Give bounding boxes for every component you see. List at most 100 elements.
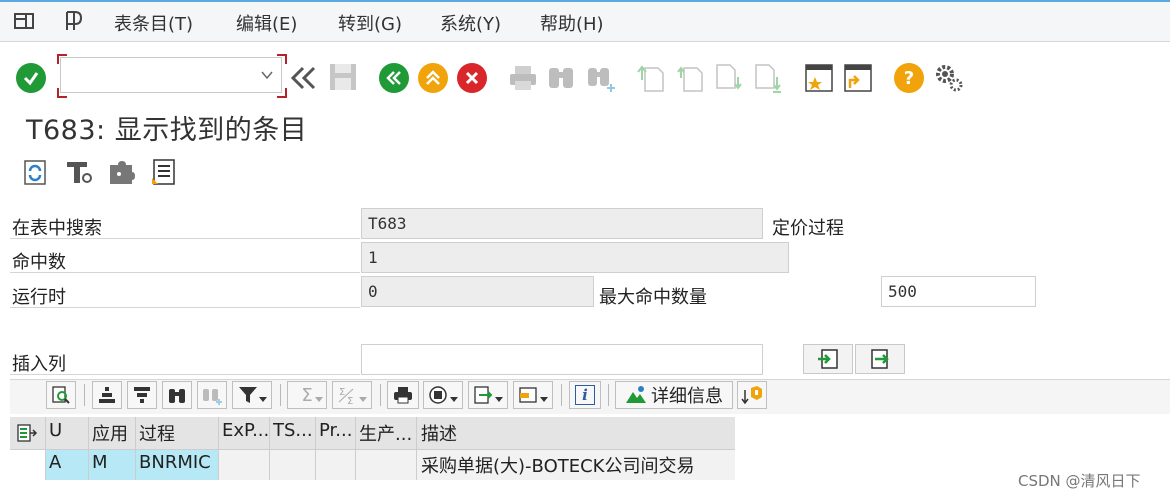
previous-page-icon[interactable] bbox=[675, 62, 705, 94]
cell-procedure: BNRMIC bbox=[139, 452, 211, 473]
tools-icon[interactable] bbox=[64, 158, 92, 186]
column-header-u[interactable]: U bbox=[49, 420, 85, 441]
alv-find-next-button[interactable] bbox=[197, 381, 227, 409]
list-output-icon[interactable] bbox=[150, 158, 178, 186]
info-icon: i bbox=[575, 385, 595, 405]
runtime-field: 0 bbox=[361, 276, 594, 307]
menu-goto[interactable]: 转到(G) bbox=[338, 10, 402, 36]
hit-count-label: 命中数 bbox=[12, 252, 66, 273]
column-header-production[interactable]: 生产... bbox=[359, 420, 415, 446]
sort-select-icon bbox=[741, 386, 762, 405]
column-header-application[interactable]: 应用 bbox=[92, 420, 134, 446]
puzzle-icon[interactable] bbox=[107, 158, 135, 186]
details-select-button[interactable] bbox=[46, 381, 76, 409]
more-menu-icon[interactable] bbox=[64, 10, 88, 32]
chevron-down-icon bbox=[315, 397, 323, 402]
print-icon[interactable] bbox=[507, 63, 539, 93]
mountain-image-icon bbox=[626, 386, 646, 403]
export-button[interactable] bbox=[468, 381, 508, 409]
menu-help[interactable]: 帮助(H) bbox=[540, 10, 604, 36]
enter-icon[interactable] bbox=[16, 63, 46, 93]
magnifier-list-icon bbox=[52, 386, 70, 404]
help-icon[interactable]: ? bbox=[894, 63, 924, 93]
filter-icon bbox=[239, 387, 267, 403]
separator bbox=[380, 384, 381, 406]
alv-find-button[interactable] bbox=[162, 381, 192, 409]
find-next-icon[interactable] bbox=[586, 62, 618, 94]
svg-text:Σ: Σ bbox=[347, 396, 353, 405]
focus-corner bbox=[57, 54, 67, 64]
page-append-icon bbox=[871, 349, 889, 369]
help-glyph: ? bbox=[903, 67, 915, 89]
create-session-icon[interactable] bbox=[803, 62, 835, 94]
sort-descending-button[interactable] bbox=[127, 381, 157, 409]
column-header-ts[interactable]: TS... bbox=[273, 420, 314, 441]
subtotal-icon: ΣΣ bbox=[338, 387, 367, 405]
back-icon[interactable] bbox=[379, 63, 409, 93]
menu-edit[interactable]: 编辑(E) bbox=[236, 10, 297, 36]
column-header-description[interactable]: 描述 bbox=[421, 420, 731, 446]
exit-icon[interactable] bbox=[418, 63, 448, 93]
sort-ascending-button[interactable] bbox=[92, 381, 122, 409]
watermark: CSDN @清风日下 bbox=[1018, 472, 1141, 490]
command-field[interactable] bbox=[60, 57, 282, 93]
back-double-arrow-icon[interactable] bbox=[290, 64, 318, 92]
chevron-down-icon[interactable] bbox=[261, 70, 273, 80]
layout-icon bbox=[519, 387, 548, 403]
page-insert-icon bbox=[818, 349, 838, 369]
find-icon bbox=[169, 389, 185, 403]
sort-select-button[interactable] bbox=[737, 381, 767, 409]
cell-description: 采购单据(大)-BOTECK公司间交易 bbox=[421, 456, 695, 477]
separator bbox=[84, 384, 85, 406]
column-header-exp[interactable]: ExP... bbox=[222, 420, 268, 441]
next-page-icon[interactable] bbox=[714, 62, 744, 94]
customize-layout-icon[interactable] bbox=[932, 61, 964, 93]
search-table-field: T683 bbox=[361, 208, 763, 239]
cancel-icon[interactable] bbox=[457, 63, 487, 93]
details-button[interactable]: 详细信息 bbox=[615, 381, 733, 409]
menu-icon[interactable] bbox=[14, 11, 36, 31]
separator bbox=[280, 384, 281, 406]
menu-bar: 表条目(T) 编辑(E) 转到(G) 系统(Y) 帮助(H) bbox=[0, 0, 1170, 42]
divider bbox=[10, 374, 360, 375]
divider bbox=[10, 307, 360, 308]
subtotal-button[interactable]: ΣΣ bbox=[332, 381, 372, 409]
info-button[interactable]: i bbox=[569, 381, 601, 409]
runtime-label: 运行时 bbox=[12, 287, 66, 308]
export-icon bbox=[474, 386, 503, 404]
sort-ascending-icon bbox=[99, 387, 115, 403]
search-table-description: 定价过程 bbox=[772, 218, 844, 239]
separator bbox=[608, 384, 609, 406]
create-shortcut-icon[interactable] bbox=[842, 62, 874, 94]
page-title: T683: 显示找到的条目 bbox=[26, 115, 308, 146]
header-bottom-line bbox=[10, 449, 735, 450]
focus-corner bbox=[277, 54, 287, 64]
details-label: 详细信息 bbox=[651, 386, 723, 407]
last-page-icon[interactable] bbox=[753, 62, 783, 94]
find-icon[interactable] bbox=[546, 62, 576, 92]
first-page-icon[interactable] bbox=[636, 62, 666, 94]
cell-u: A bbox=[49, 452, 62, 473]
column-header-pr[interactable]: Pr... bbox=[319, 420, 354, 441]
select-all-columns-icon[interactable] bbox=[16, 423, 38, 443]
sum-button[interactable]: Σ bbox=[287, 381, 327, 409]
insert-column-label: 插入列 bbox=[12, 354, 66, 375]
insert-column-end-button[interactable] bbox=[855, 344, 905, 374]
max-hits-label: 最大命中数量 bbox=[599, 287, 707, 308]
views-button[interactable] bbox=[423, 381, 463, 409]
refresh-icon[interactable] bbox=[22, 158, 50, 186]
views-icon bbox=[429, 386, 458, 404]
layout-button[interactable] bbox=[513, 381, 553, 409]
save-icon[interactable] bbox=[328, 62, 358, 92]
insert-column-button[interactable] bbox=[803, 344, 853, 374]
column-header-procedure[interactable]: 过程 bbox=[139, 420, 217, 446]
menu-system[interactable]: 系统(Y) bbox=[440, 10, 501, 36]
menu-table-entry[interactable]: 表条目(T) bbox=[114, 10, 193, 36]
alv-print-button[interactable] bbox=[387, 381, 419, 409]
max-hits-input[interactable]: 500 bbox=[881, 276, 1036, 307]
sum-icon: Σ bbox=[301, 384, 313, 406]
filter-button[interactable] bbox=[232, 381, 272, 409]
divider bbox=[10, 272, 360, 273]
insert-column-input[interactable] bbox=[361, 344, 763, 375]
cell-application: M bbox=[92, 452, 108, 473]
